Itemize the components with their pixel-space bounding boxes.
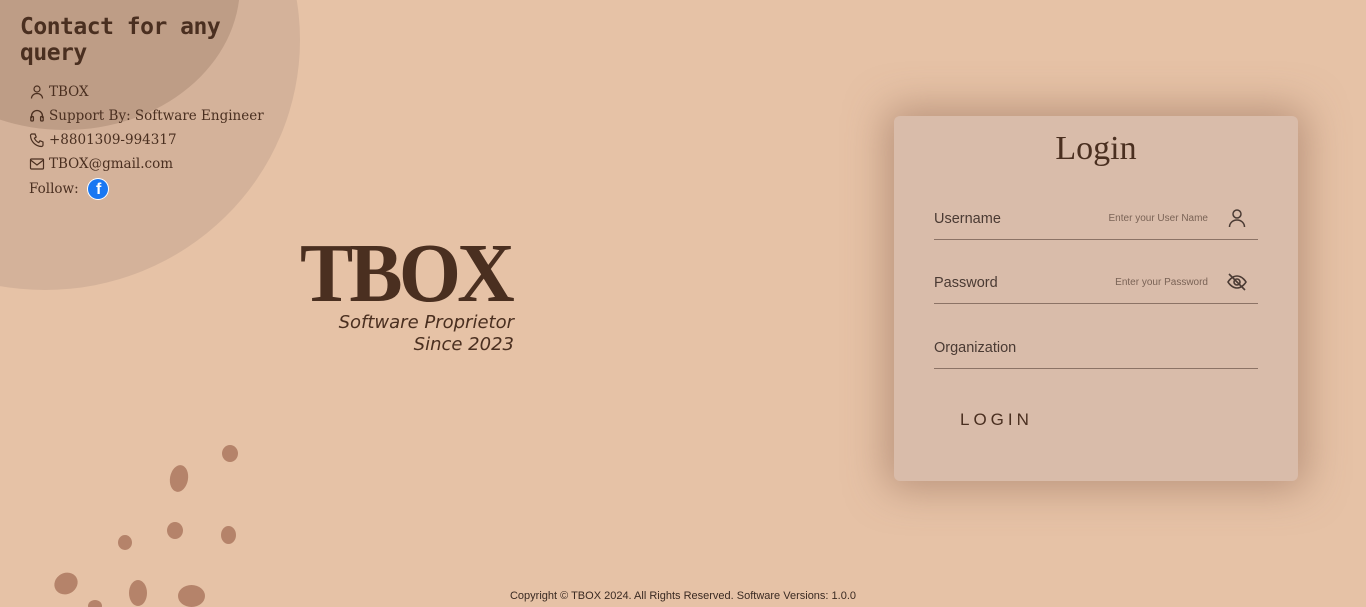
contact-name-row: TBOX — [29, 80, 300, 104]
username-label: Username — [934, 211, 1001, 227]
user-icon — [29, 84, 45, 100]
password-input[interactable] — [1008, 277, 1208, 288]
footer-copyright: Copyright © TBOX 2024. All Rights Reserv… — [509, 590, 857, 602]
contact-support-row: Support By: Software Engineer — [29, 104, 300, 128]
contact-name: TBOX — [49, 84, 89, 100]
password-field: Password — [934, 269, 1258, 304]
contact-email: TBOX@gmail.com — [49, 156, 174, 172]
eye-off-icon[interactable] — [1226, 271, 1248, 293]
password-label: Password — [934, 275, 998, 291]
logo-wordmark: TBOX — [300, 227, 515, 320]
username-field: Username — [934, 205, 1258, 240]
login-title: Login — [1055, 130, 1137, 167]
login-page: Contact for any query TBOX Support By: S… — [0, 0, 1366, 607]
contact-phone-row: +8801309-994317 — [29, 128, 300, 152]
decorative-spot — [221, 526, 236, 544]
facebook-icon[interactable]: f — [86, 178, 109, 200]
contact-email-row: TBOX@gmail.com — [29, 152, 300, 176]
username-input[interactable] — [1008, 213, 1208, 224]
login-button[interactable]: LOGIN — [942, 400, 1050, 440]
contact-title: Contact for any query — [20, 14, 221, 66]
decorative-spot — [167, 522, 183, 539]
contact-phone: +8801309-994317 — [49, 132, 177, 148]
follow-label: Follow: — [29, 181, 79, 197]
logo-since: Since 2023 — [413, 334, 514, 355]
contact-support: Support By: Software Engineer — [49, 108, 264, 124]
facebook-glyph: f — [87, 179, 108, 199]
user-icon — [1226, 207, 1248, 229]
headset-icon — [29, 108, 45, 124]
organization-label: Organization — [934, 340, 1017, 356]
decorative-spot — [167, 463, 191, 494]
phone-icon — [29, 132, 45, 148]
brand-logo: TBOX Software Proprietor Since 2023 — [300, 227, 520, 356]
decorative-spot — [118, 535, 132, 550]
login-card: Login Username Password Organization LOG… — [894, 116, 1298, 481]
mail-icon — [29, 156, 45, 172]
decorative-spot — [222, 445, 238, 462]
organization-field[interactable]: Organization — [934, 334, 1258, 369]
contact-panel: Contact for any query TBOX Support By: S… — [20, 14, 300, 200]
follow-row: Follow: f — [29, 178, 300, 200]
